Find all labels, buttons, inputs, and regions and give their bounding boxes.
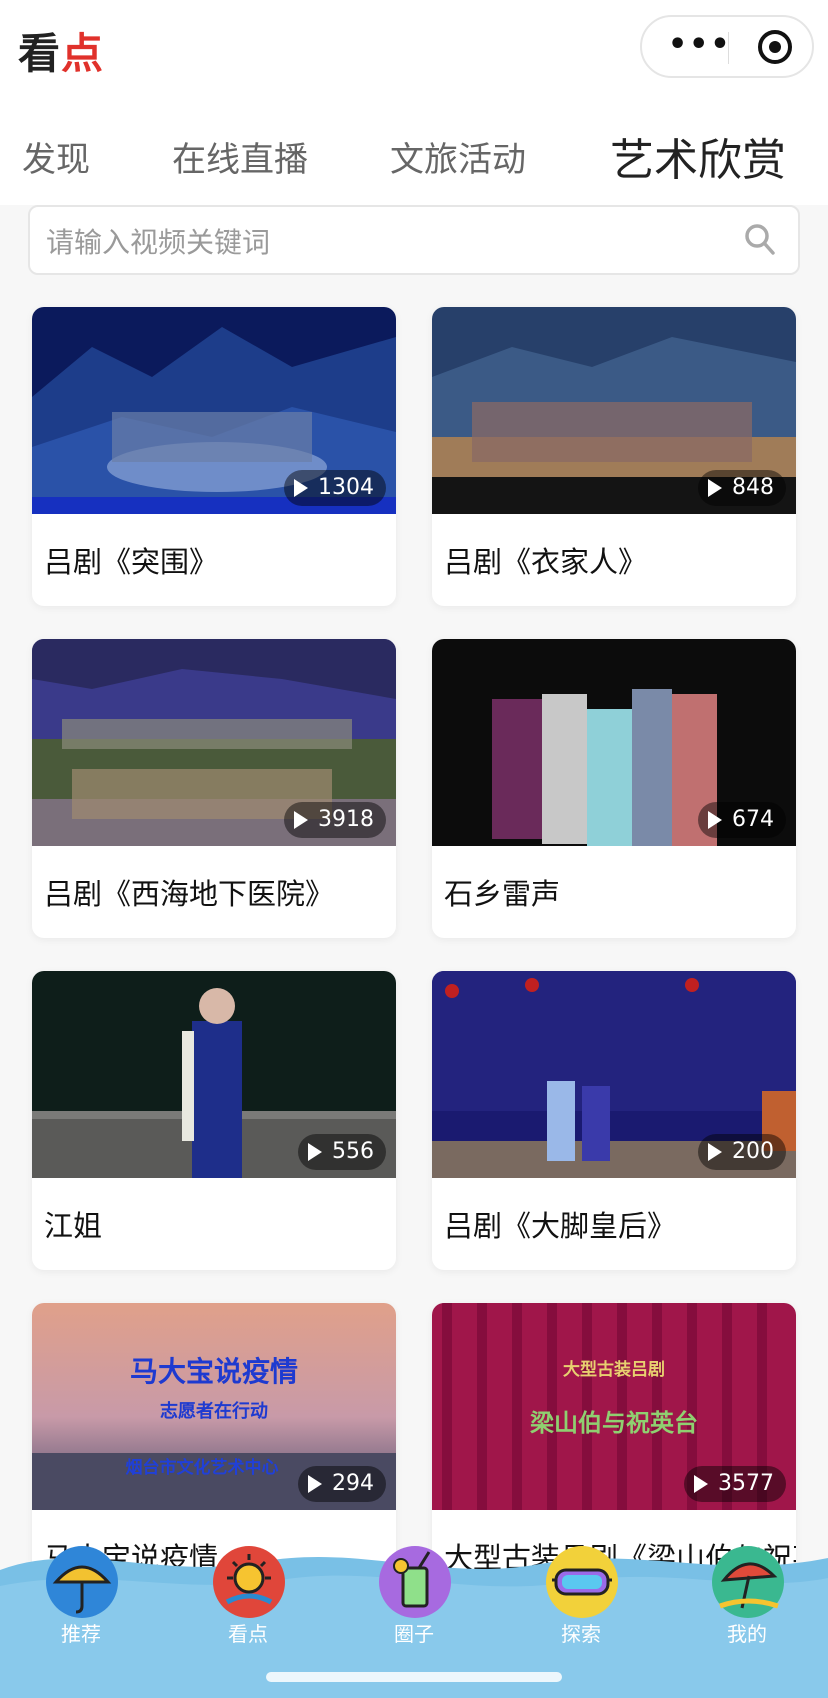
video-card[interactable]: 200 吕剧《大脚皇后》 — [432, 971, 796, 1270]
thumb-caption: 马大宝说疫情 — [130, 1355, 298, 1388]
video-card[interactable]: 674 石乡雷声 — [432, 639, 796, 938]
search-icon[interactable] — [744, 223, 776, 257]
logo-text: 看 — [18, 29, 62, 78]
capsule-divider — [728, 32, 729, 64]
tab-discover[interactable]: 发现 — [22, 132, 90, 181]
thumb-caption: 大型古装吕剧 — [563, 1359, 665, 1380]
view-count-text: 1304 — [318, 475, 374, 500]
tab-label: 我的 — [727, 1622, 767, 1646]
tab-circle[interactable]: 圈子 — [349, 1540, 479, 1670]
view-count-text: 848 — [732, 475, 774, 500]
view-count: 674 — [698, 802, 786, 838]
home-indicator[interactable] — [266, 1672, 562, 1682]
app-logo: 看点 — [18, 20, 104, 81]
play-icon — [308, 1143, 322, 1161]
play-icon — [708, 479, 722, 497]
mini-program-capsule: ••• — [640, 15, 814, 78]
umbrella-icon — [46, 1546, 118, 1618]
play-icon — [308, 1475, 322, 1493]
target-icon[interactable] — [758, 30, 792, 64]
video-title[interactable]: 吕剧《衣家人》 — [444, 539, 647, 581]
tab-mine[interactable]: 我的 — [682, 1540, 812, 1670]
play-icon — [294, 479, 308, 497]
tab-highlights[interactable]: 看点 — [183, 1540, 313, 1670]
video-title[interactable]: 吕剧《西海地下医院》 — [44, 871, 334, 913]
search-placeholder[interactable]: 请输入视频关键词 — [46, 221, 270, 261]
view-count: 3918 — [284, 802, 386, 838]
video-title[interactable]: 江姐 — [44, 1203, 102, 1245]
tab-label: 推荐 — [61, 1622, 101, 1646]
tab-label: 圈子 — [394, 1622, 434, 1646]
tab-label: 看点 — [228, 1622, 268, 1646]
sun-icon — [213, 1546, 285, 1618]
play-icon — [708, 1143, 722, 1161]
view-count-text: 556 — [332, 1139, 374, 1164]
drink-icon — [379, 1546, 451, 1618]
view-count-text: 3577 — [718, 1471, 774, 1496]
view-count: 1304 — [284, 470, 386, 506]
video-title[interactable]: 石乡雷声 — [444, 871, 560, 913]
view-count-text: 294 — [332, 1471, 374, 1496]
tab-recommend[interactable]: 推荐 — [16, 1540, 146, 1670]
video-title[interactable]: 吕剧《突围》 — [44, 539, 218, 581]
category-tabs: 发现 在线直播 文旅活动 艺术欣赏 — [0, 110, 828, 205]
thumb-caption: 梁山伯与祝英台 — [529, 1409, 698, 1437]
tab-explore[interactable]: 探索 — [516, 1540, 646, 1670]
video-title[interactable]: 吕剧《大脚皇后》 — [444, 1203, 676, 1245]
play-icon — [694, 1475, 708, 1493]
video-card[interactable]: 3918 吕剧《西海地下医院》 — [32, 639, 396, 938]
view-count: 294 — [298, 1466, 386, 1502]
video-card[interactable]: 1304 吕剧《突围》 — [32, 307, 396, 606]
view-count: 200 — [698, 1134, 786, 1170]
logo-text-red: 点 — [61, 29, 105, 78]
play-icon — [708, 811, 722, 829]
tab-art-appreciation[interactable]: 艺术欣赏 — [610, 124, 786, 188]
view-count-text: 674 — [732, 807, 774, 832]
thumb-caption: 烟台市文化艺术中心 — [126, 1457, 279, 1478]
thumb-caption: 志愿者在行动 — [160, 1400, 268, 1422]
play-icon — [294, 811, 308, 829]
view-count: 556 — [298, 1134, 386, 1170]
search-box[interactable]: 请输入视频关键词 — [28, 205, 800, 275]
more-dots-icon[interactable]: ••• — [668, 27, 732, 62]
tab-label: 探索 — [561, 1622, 601, 1646]
video-card[interactable]: 556 江姐 — [32, 971, 396, 1270]
goggles-icon — [546, 1546, 618, 1618]
view-count: 3577 — [684, 1466, 786, 1502]
header-bar: 看点 ••• — [0, 0, 828, 110]
view-count: 848 — [698, 470, 786, 506]
beach-umbrella-icon — [712, 1546, 784, 1618]
view-count-text: 3918 — [318, 807, 374, 832]
tab-live[interactable]: 在线直播 — [172, 132, 308, 181]
tab-culture-events[interactable]: 文旅活动 — [390, 132, 526, 181]
view-count-text: 200 — [732, 1139, 774, 1164]
video-card[interactable]: 848 吕剧《衣家人》 — [432, 307, 796, 606]
